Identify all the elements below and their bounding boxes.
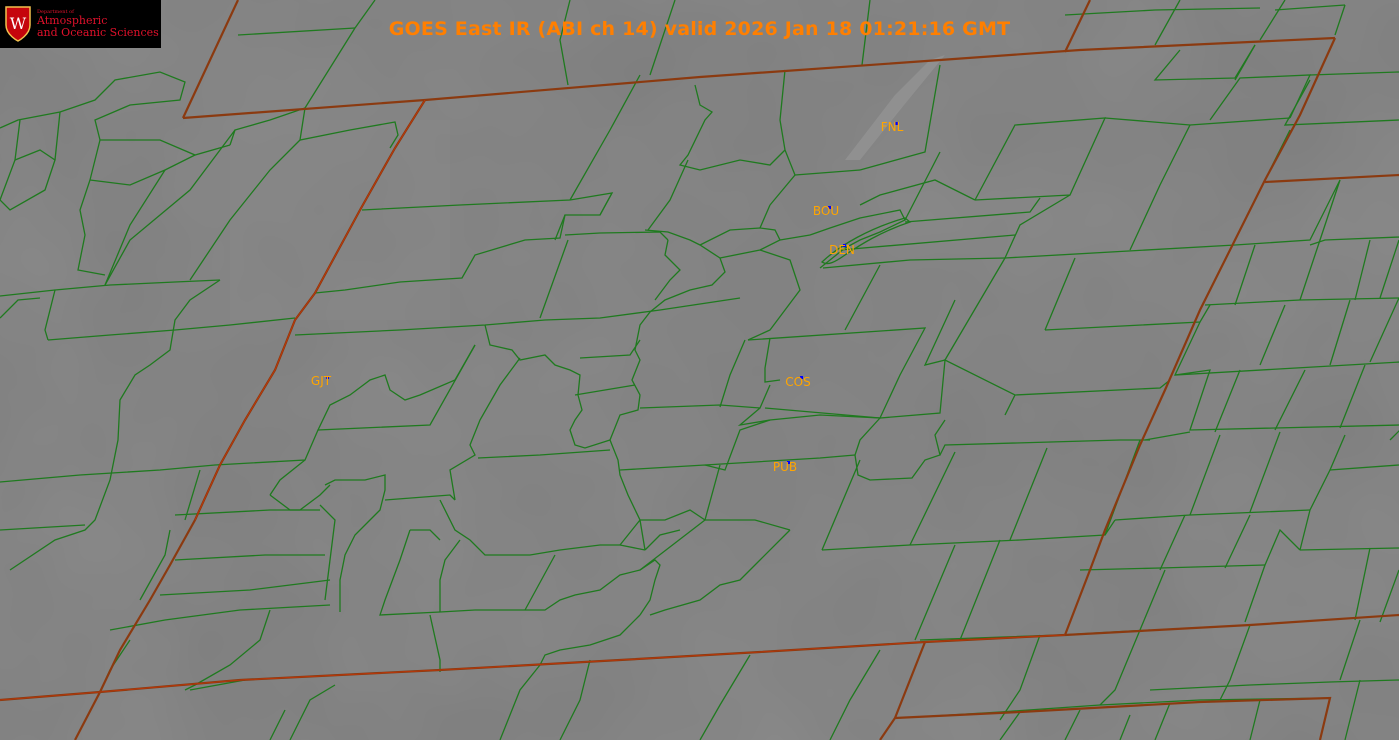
station-label-fnl: FNL [880,120,904,134]
station-label-den: DEN [829,243,855,257]
image-title: GOES East IR (ABI ch 14) valid 2026 Jan … [388,18,1011,40]
station-label-bou: BOU [812,204,840,218]
station-label-gjt: GJT [310,374,332,388]
station-label-pub: PUB [772,460,798,474]
satellite-map [0,0,1399,740]
station-label-cos: COS [785,375,811,389]
